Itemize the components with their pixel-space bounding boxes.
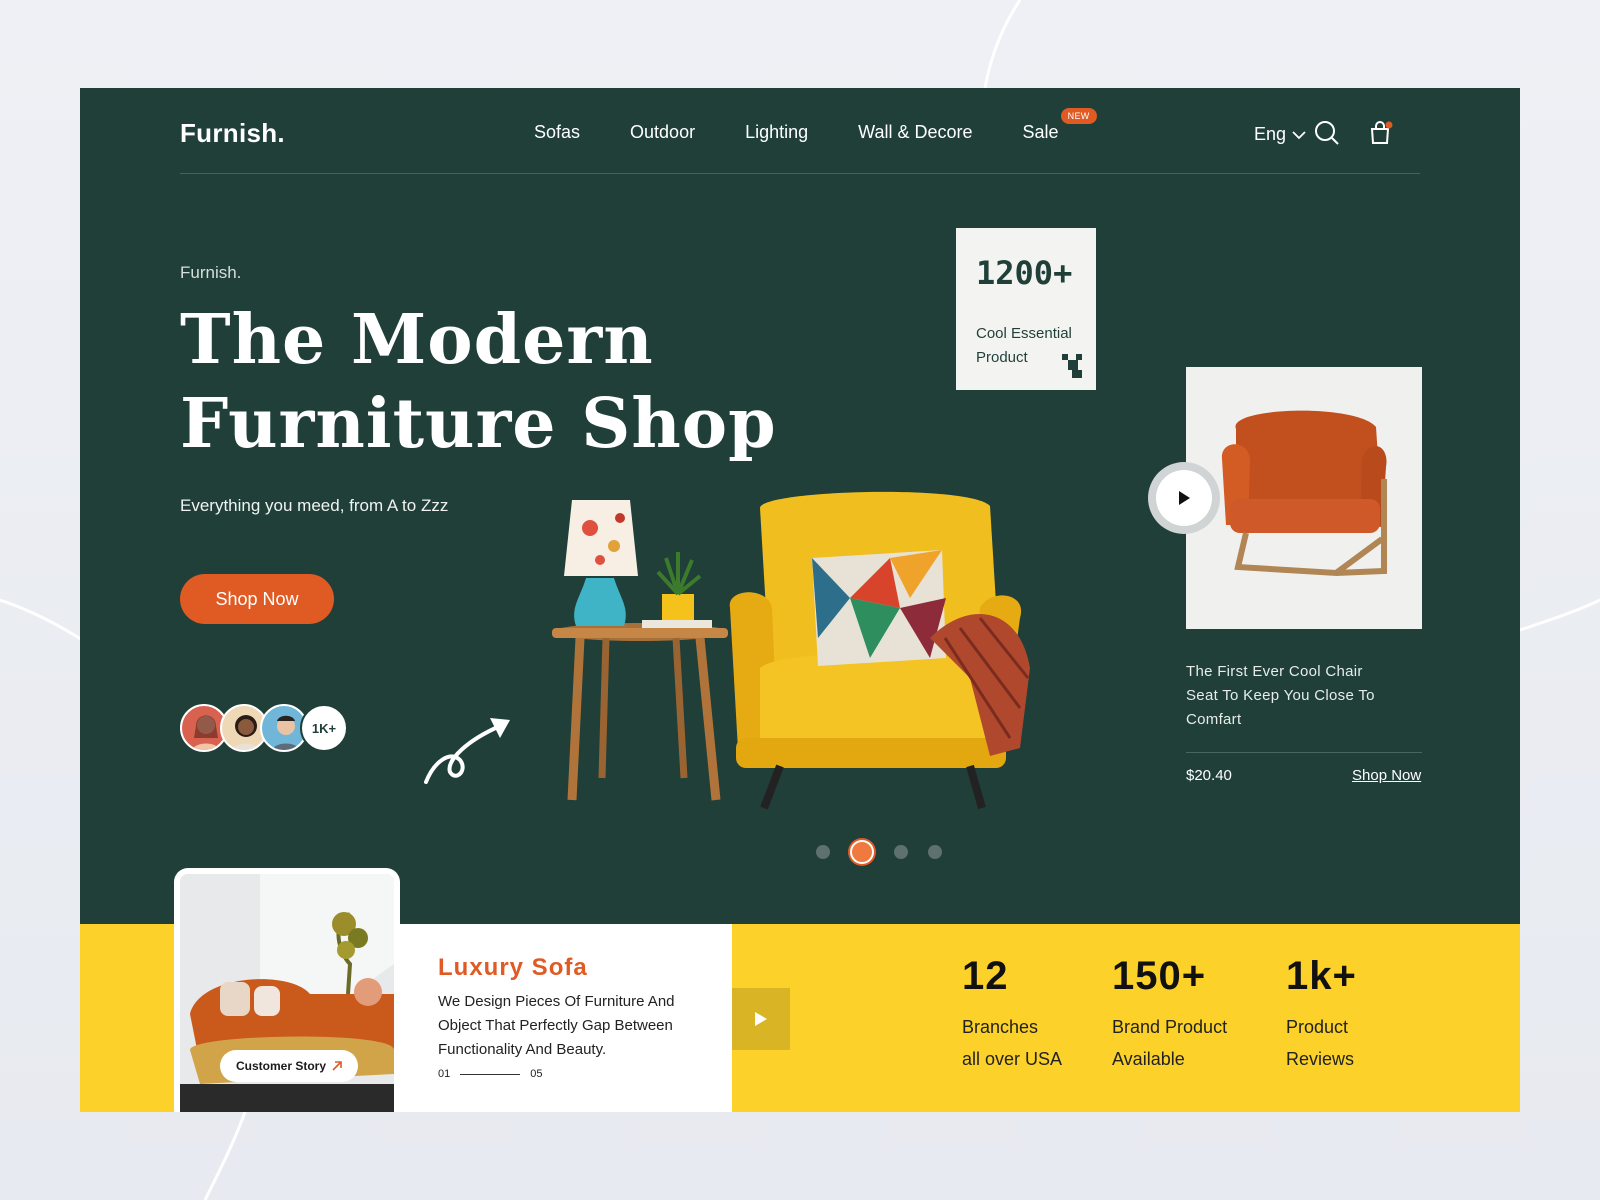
product-desc-line2: Seat To Keep You Close To [1186, 687, 1375, 704]
product-desc-line1: The First Ever Cool Chair [1186, 663, 1363, 680]
page-frame: Furnish. Sofas Outdoor Lighting Wall & D… [80, 88, 1520, 1112]
play-icon [1179, 491, 1190, 505]
new-badge: NEW [1060, 108, 1097, 124]
featured-product-image[interactable] [1186, 367, 1422, 629]
stat-value: 1k+ [1286, 954, 1357, 998]
product-count-card: 1200+ Cool Essential Product [956, 228, 1096, 390]
carousel-dot-1[interactable] [816, 845, 830, 859]
product-count-number: 1200+ [976, 254, 1073, 292]
sofa-image: Customer Story [180, 874, 394, 1112]
carousel-dot-2[interactable] [850, 840, 874, 864]
stat-label-line1: Branches [962, 1017, 1039, 1037]
stat-label-line2: all over USA [962, 1049, 1063, 1069]
language-selector[interactable]: Eng [1254, 124, 1306, 145]
customer-story-button[interactable]: Customer Story [220, 1050, 359, 1082]
product-count-label-line1: Cool Essential [976, 325, 1072, 342]
hero-subtitle: Everything you meed, from A to Zzz [180, 496, 449, 515]
product-desc-line3: Comfart [1186, 711, 1242, 728]
hero-title-line1: The Modern [180, 300, 654, 380]
product-price: $20.40 [1186, 767, 1232, 784]
luxury-title: Luxury Sofa [438, 954, 588, 981]
nav-item-lighting[interactable]: Lighting [745, 122, 808, 143]
carousel-dot-3[interactable] [894, 845, 908, 859]
nav-item-sale-label: Sale [1022, 122, 1059, 142]
hero-title: The Modern Furniture Shop [180, 298, 800, 466]
stat-branches: 12 Branches all over USA [962, 954, 1062, 1075]
avatar-count-badge: 1K+ [300, 704, 348, 752]
luxury-desc-line2: Object That Perfectly Gap Between [438, 1017, 673, 1034]
curly-arrow-icon [424, 718, 510, 784]
divider [1186, 752, 1422, 753]
stat-label-line1: Brand Product [1112, 1017, 1228, 1037]
carousel-dot-4[interactable] [928, 845, 942, 859]
featured-product-description: The First Ever Cool Chair Seat To Keep Y… [1186, 660, 1422, 732]
chevron-down-icon [1292, 130, 1306, 139]
luxury-description: We Design Pieces Of Furniture And Object… [438, 990, 688, 1062]
luxury-desc-line3: Functionality And Beauty. [438, 1041, 607, 1058]
stat-reviews: 1k+ Product Reviews [1286, 954, 1357, 1075]
play-icon [755, 1012, 767, 1026]
customer-story-label: Customer Story [236, 1059, 327, 1073]
hero-furniture-image [552, 491, 1030, 810]
stat-label-line2: Available [1112, 1049, 1185, 1069]
nav-item-sale[interactable]: Sale NEW [1022, 108, 1097, 143]
shop-now-button[interactable]: Shop Now [180, 574, 334, 624]
luxury-desc-line1: We Design Pieces Of Furniture And [438, 993, 675, 1010]
luxury-play-button[interactable] [732, 988, 790, 1050]
nav-item-sofas[interactable]: Sofas [534, 122, 580, 143]
top-navigation: Furnish. Sofas Outdoor Lighting Wall & D… [180, 88, 1420, 174]
stat-label: Product Reviews [1286, 1011, 1357, 1075]
brand-logo[interactable]: Furnish. [180, 118, 285, 149]
nav-item-wall-decore[interactable]: Wall & Decore [858, 122, 972, 143]
cart-icon[interactable] [1368, 120, 1394, 146]
nav-item-outdoor[interactable]: Outdoor [630, 122, 695, 143]
pager-end: 05 [530, 1068, 543, 1080]
stat-label-line2: Reviews [1286, 1049, 1355, 1069]
pixel-corner-icon [1062, 354, 1082, 378]
hero-eyebrow: Furnish. [180, 263, 242, 282]
main-menu: Sofas Outdoor Lighting Wall & Decore Sal… [534, 108, 1097, 143]
video-play-button[interactable] [1148, 462, 1220, 534]
language-label: Eng [1254, 124, 1287, 144]
armchair-image [1221, 410, 1387, 577]
hero-title-line2: Furniture Shop [180, 384, 777, 464]
stat-label: Branches all over USA [962, 1011, 1062, 1075]
product-shop-now-link[interactable]: Shop Now [1352, 767, 1421, 784]
pager-start: 01 [438, 1068, 451, 1080]
stat-label: Brand Product Available [1112, 1011, 1227, 1075]
arrow-up-right-icon [332, 1061, 342, 1071]
customer-story-card[interactable]: Customer Story [174, 868, 400, 1112]
stat-brand-products: 150+ Brand Product Available [1112, 954, 1227, 1075]
stat-label-line1: Product [1286, 1017, 1349, 1037]
stat-value: 12 [962, 954, 1009, 998]
search-icon[interactable] [1314, 120, 1340, 146]
carousel-dots [816, 840, 962, 864]
pager-line [460, 1073, 521, 1075]
stat-value: 150+ [1112, 954, 1207, 998]
luxury-pager: 01 05 [438, 1068, 543, 1080]
